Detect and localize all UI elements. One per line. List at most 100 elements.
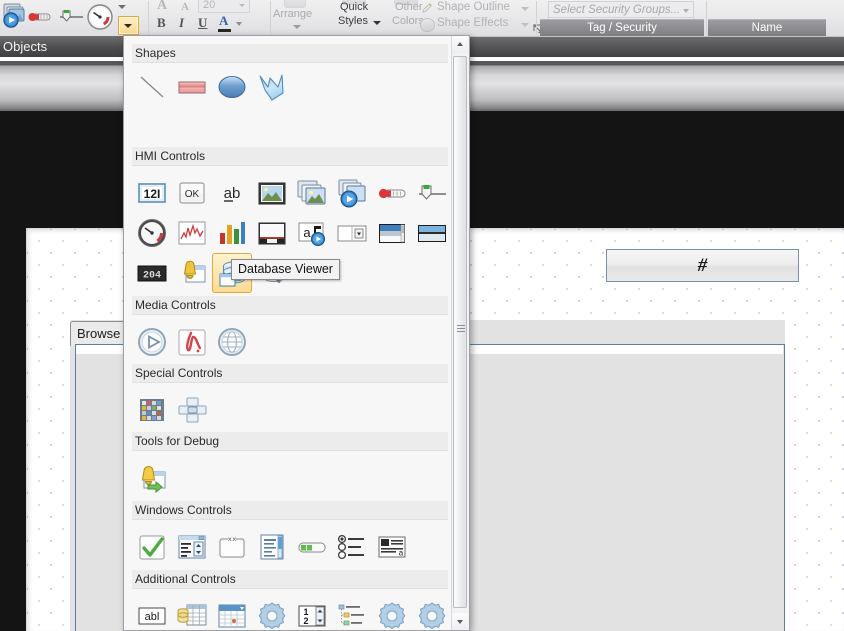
hmi-item-image-gallery[interactable] — [292, 173, 332, 213]
digital-display-icon: 204 — [137, 265, 167, 282]
windows-item-radio-button-list[interactable] — [332, 527, 372, 567]
tag-security-group-caption: Tag / Security — [540, 19, 704, 36]
svg-text:204: 204 — [143, 271, 161, 282]
shape-effects-label[interactable]: Shape Effects — [437, 17, 508, 29]
media-player-icon — [138, 328, 166, 356]
windows-item-rich-text-box[interactable] — [252, 527, 292, 567]
slider-icon[interactable] — [58, 8, 84, 29]
check-box-icon — [139, 535, 165, 560]
category-header-shapes: Shapes — [132, 44, 448, 63]
quick-styles-label-1[interactable]: Quick — [340, 1, 368, 13]
hmi-item-scroll-panel[interactable] — [372, 213, 412, 253]
ellipse-shape-icon — [218, 76, 246, 98]
windows-item-property-grid[interactable] — [172, 527, 212, 567]
chevron-down-icon[interactable] — [118, 5, 126, 9]
date-time-picker-icon — [218, 604, 246, 628]
hmi-item-media-gallery[interactable] — [332, 173, 372, 213]
font-size-combo[interactable]: 20 — [198, 0, 250, 13]
grow-font-button[interactable]: A — [157, 0, 167, 14]
hmi-item-trend-chart[interactable] — [172, 213, 212, 253]
shapes-item-rectangle[interactable] — [172, 67, 212, 107]
alarm-debug-icon — [141, 466, 166, 494]
svg-text:××: ×× — [227, 535, 237, 544]
additional-item-date-time-picker[interactable] — [212, 596, 252, 630]
chevron-down-icon[interactable] — [521, 23, 529, 27]
category-header-windows-controls: Windows Controls — [132, 501, 448, 520]
additional-item-component-1[interactable] — [252, 596, 292, 630]
font-color-button[interactable]: A — [219, 13, 228, 29]
scroll-up-button[interactable] — [452, 36, 468, 53]
chevron-down-icon — [239, 4, 245, 7]
shrink-font-button[interactable]: A — [181, 1, 189, 13]
hmi-item-slider[interactable] — [412, 173, 452, 213]
media-item-pdf-viewer[interactable] — [172, 322, 212, 362]
flyout-scrollbar[interactable] — [451, 36, 469, 630]
gauge-icon[interactable] — [86, 3, 114, 36]
chevron-down-icon[interactable] — [521, 7, 529, 11]
shapes-item-line[interactable] — [132, 67, 172, 107]
numeric-up-down-icon: 1 2 — [298, 605, 326, 627]
shapes-item-ellipse[interactable] — [212, 67, 252, 107]
more-objects-button[interactable] — [118, 16, 139, 35]
category-header-hmi-controls: HMI Controls — [132, 147, 448, 166]
arrange-label[interactable]: Arrange — [273, 8, 312, 20]
media-item-media-player[interactable] — [132, 322, 172, 362]
special-item-symbol-factory[interactable] — [132, 390, 172, 430]
windows-item-list-view[interactable]: a — [372, 527, 412, 567]
pencil-icon — [422, 3, 432, 13]
hmi-item-bar-graph[interactable] — [212, 213, 252, 253]
hmi-item-gauge[interactable] — [132, 213, 172, 253]
additional-item-data-grid[interactable] — [172, 596, 212, 630]
bold-button[interactable]: B — [157, 15, 166, 31]
italic-button[interactable]: I — [179, 15, 184, 31]
underline-button[interactable]: U — [198, 15, 207, 31]
hmi-item-image[interactable] — [252, 173, 292, 213]
hmi-item-split-panel[interactable] — [412, 213, 452, 253]
chevron-down-icon[interactable] — [236, 22, 242, 26]
additional-item-masked-text-box[interactable]: abl — [132, 596, 172, 630]
hmi-item-panel[interactable] — [252, 213, 292, 253]
thermometer-icon — [378, 188, 406, 199]
text-box-icon: ab — [224, 185, 241, 202]
gear-component-icon — [418, 602, 446, 630]
hmi-item-alarm-viewer[interactable] — [172, 253, 212, 293]
scroll-down-button[interactable] — [452, 613, 468, 630]
hmi-item-numeric-display[interactable]: 12I — [132, 173, 172, 213]
additional-item-component-3[interactable] — [412, 596, 452, 630]
additional-item-component-2[interactable] — [372, 596, 412, 630]
numeric-display-icon: 12I — [138, 183, 166, 203]
hmi-item-thermometer[interactable] — [372, 173, 412, 213]
chevron-down-icon[interactable] — [293, 25, 301, 29]
hash-text-object[interactable]: # — [606, 249, 799, 282]
multistate-indicator-icon[interactable] — [2, 2, 28, 33]
special-item-smart-message[interactable] — [172, 390, 212, 430]
additional-item-tree-view[interactable] — [332, 596, 372, 630]
pdf-viewer-icon — [178, 329, 206, 356]
scroll-panel-icon — [379, 224, 405, 243]
gauge-icon — [138, 219, 166, 247]
hmi-item-digital-display[interactable]: 204 — [132, 253, 172, 293]
debug-item-alarm-debug[interactable] — [132, 458, 172, 498]
hmi-item-alpha-player[interactable]: a — [292, 213, 332, 253]
radio-button-list-icon — [337, 534, 364, 560]
other-colors-label-1[interactable]: Other — [395, 1, 423, 13]
windows-item-progress-bar[interactable] — [292, 527, 332, 567]
thermometer-icon[interactable] — [28, 10, 52, 28]
hash-text-object-label: # — [697, 254, 708, 276]
quick-styles-label-2[interactable]: Styles — [338, 15, 368, 27]
media-item-web-browser[interactable] — [212, 322, 252, 362]
additional-item-numeric-up-down[interactable]: 1 2 — [292, 596, 332, 630]
ribbon-objects-gallery — [0, 0, 148, 36]
chevron-down-icon[interactable] — [373, 21, 381, 25]
shapes-item-polygon[interactable] — [252, 67, 292, 107]
shape-outline-label[interactable]: Shape Outline — [437, 1, 510, 13]
scrollbar-thumb[interactable] — [453, 56, 467, 608]
windows-item-check-box[interactable] — [132, 527, 172, 567]
ribbon-shape-group: Shape Outline Shape Effects — [420, 0, 550, 36]
windows-item-group-box[interactable]: ×× — [212, 527, 252, 567]
hmi-item-text-box[interactable]: ab — [212, 173, 252, 213]
ribbon-separator — [148, 1, 149, 35]
hmi-item-combo-box[interactable] — [332, 213, 372, 253]
font-color-swatch — [218, 29, 231, 32]
hmi-item-button[interactable]: OK — [172, 173, 212, 213]
